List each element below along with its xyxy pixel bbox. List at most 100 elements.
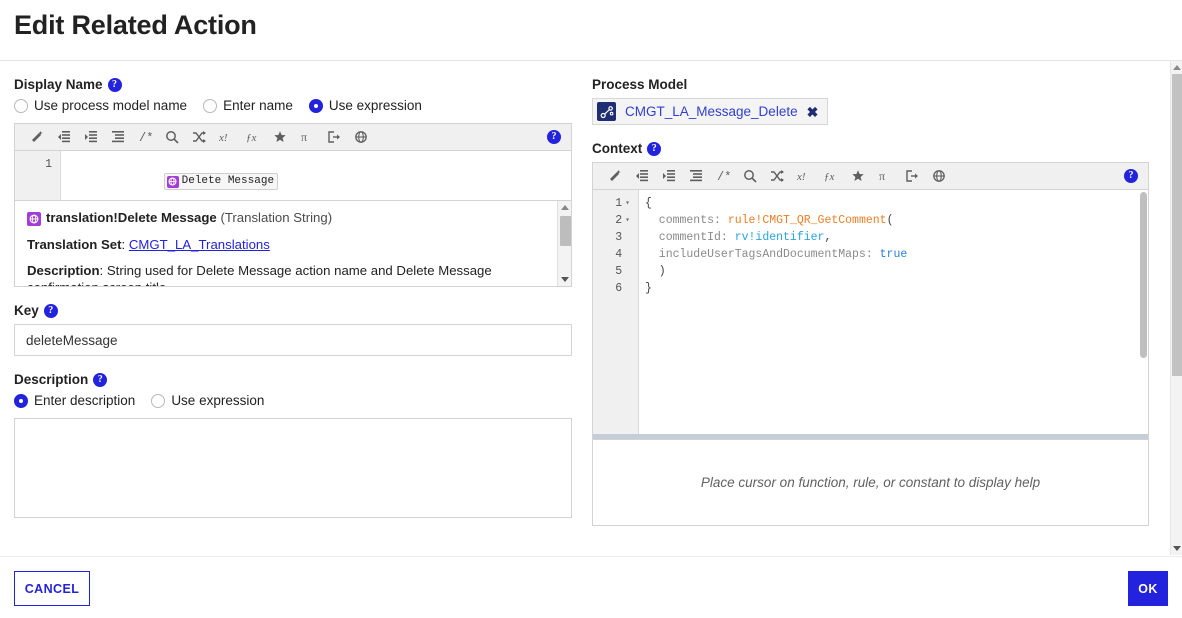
variable-icon[interactable]: x! [790,165,817,188]
expression-editor-body[interactable]: 1 Delete Message [15,151,571,200]
radio-use-expression[interactable]: Use expression [308,98,422,113]
translation-set-label: Translation Set [27,236,122,252]
scroll-up-icon[interactable] [1173,65,1181,70]
scroll-up-icon[interactable] [561,205,569,210]
export-icon[interactable] [320,126,347,149]
code-line: } [645,280,1142,297]
help-icon[interactable]: ? [43,303,58,318]
description-label-text: Description [14,372,89,387]
align-list-icon[interactable] [104,126,131,149]
code-line: comments: rule!CMGT_QR_GetComment( [645,212,1142,229]
radio-enter-name[interactable]: Enter name [203,98,293,113]
editor-help-icon[interactable]: ? [1124,169,1138,183]
radio-circle[interactable] [14,393,28,408]
line-number: 6▾ [593,280,638,297]
search-icon[interactable] [158,126,185,149]
description-textarea[interactable] [14,418,572,518]
radio-label: Enter description [34,393,136,408]
code-token: { [645,197,652,210]
editor-help-icon[interactable]: ? [547,130,561,144]
help-icon[interactable]: ? [93,372,108,387]
translation-name: translation!Delete Message [46,210,217,225]
outdent-icon[interactable] [50,126,77,149]
comment-icon[interactable]: /* [131,126,158,149]
format-wand-icon[interactable] [601,165,628,188]
function-icon[interactable]: ƒx [239,126,266,149]
radio-description-use-expression[interactable]: Use expression [151,393,264,408]
translation-name-line: translation!Delete Message (Translation … [27,210,559,227]
help-icon[interactable]: ? [647,141,662,156]
line-number-value: 1 [615,197,623,210]
star-icon[interactable] [844,165,871,188]
context-editor-scrollbar[interactable] [1139,190,1148,434]
colon: : [121,236,129,252]
help-icon[interactable]: ? [107,77,122,92]
outdent-icon[interactable] [628,165,655,188]
key-input[interactable] [14,324,572,356]
radio-circle[interactable] [203,98,218,113]
editor-splitter-handle[interactable] [593,434,1148,439]
radio-label: Use process model name [34,98,188,113]
close-icon[interactable]: ✖ [807,105,819,119]
ok-button[interactable]: OK [1128,571,1168,606]
fold-arrow-icon[interactable]: ▾ [625,195,630,212]
key-section: Key ? [14,303,572,356]
line-number: 2 ▾ [593,212,638,229]
search-icon[interactable] [736,165,763,188]
scroll-down-icon[interactable] [561,277,569,282]
translation-info-panel: translation!Delete Message (Translation … [14,201,572,287]
radio-circle[interactable] [14,98,28,113]
translation-set-link[interactable]: CMGT_LA_Translations [129,237,270,252]
translation-icon [27,212,41,226]
svg-text:/*: /* [717,170,730,183]
translation-token-chip[interactable]: Delete Message [163,173,279,190]
variable-icon[interactable]: x! [212,126,239,149]
cancel-button[interactable]: CANCEL [14,571,90,606]
line-number-gutter: 1▾ 2▾ 3▾ 4▾ 5▾ 6▾ [593,190,639,434]
radio-label: Use expression [328,98,422,113]
context-code-area[interactable]: { comments: rule!CMGT_QR_GetComment( com… [639,190,1148,434]
format-wand-icon[interactable] [23,126,50,149]
scrollbar-thumb[interactable] [1140,192,1147,358]
function-icon[interactable]: ƒx [817,165,844,188]
display-name-radio-group: Use process model name Enter name Use ex… [14,98,572,113]
comment-icon[interactable]: /* [709,165,736,188]
context-label-text: Context [592,141,643,156]
indent-icon[interactable] [655,165,682,188]
translation-icon[interactable] [347,126,374,149]
process-model-chip[interactable]: CMGT_LA_Message_Delete ✖ [592,98,829,125]
code-line: { [645,195,1142,212]
display-name-label: Display Name ? [14,77,572,92]
translation-icon [166,175,179,188]
code-token: rule!CMGT_QR_GetComment [727,214,887,227]
indent-icon[interactable] [77,126,104,149]
context-editor-body[interactable]: 1▾ 2▾ 3▾ 4▾ 5▾ 6▾ { comments: rule!CMGT_… [593,190,1148,434]
scroll-down-icon[interactable] [1173,546,1181,551]
star-icon[interactable] [266,126,293,149]
expression-code-area[interactable]: Delete Message [61,151,571,200]
scrollbar-thumb[interactable] [1172,74,1182,376]
align-list-icon[interactable] [682,165,709,188]
line-number-value: 4 [615,248,623,261]
page-scrollbar[interactable] [1170,61,1182,555]
line-number-value: 2 [615,214,623,227]
scrollbar-thumb[interactable] [560,216,571,246]
translation-icon[interactable] [925,165,952,188]
pi-icon[interactable]: π [293,126,320,149]
radio-use-process-model-name[interactable]: Use process model name [14,98,187,113]
radio-enter-description[interactable]: Enter description [14,393,135,408]
dialog-footer: CANCEL OK [0,556,1182,618]
line-number-value: 6 [615,282,623,295]
code-line: commentId: rv!identifier, [645,229,1142,246]
shuffle-icon[interactable] [763,165,790,188]
process-model-icon [597,102,616,121]
pi-icon[interactable]: π [871,165,898,188]
info-panel-scrollbar[interactable] [557,201,571,286]
line-number: 1 [45,158,52,171]
export-icon[interactable] [898,165,925,188]
help-pane-text: Place cursor on function, rule, or const… [700,475,1041,490]
radio-circle[interactable] [308,98,323,113]
shuffle-icon[interactable] [185,126,212,149]
fold-arrow-icon[interactable]: ▾ [625,212,630,229]
radio-circle[interactable] [151,393,166,408]
